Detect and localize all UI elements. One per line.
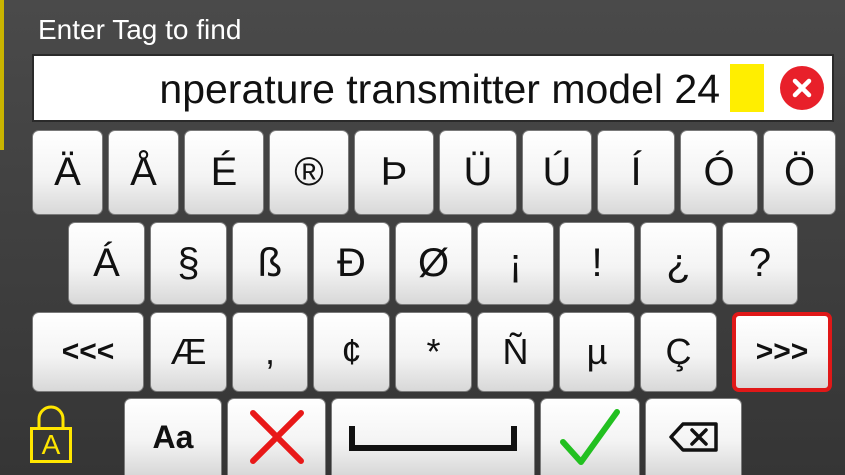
key-row2-4[interactable]: Ð — [313, 222, 390, 305]
shift-right-button[interactable]: >>> — [732, 312, 832, 392]
key-row2-9[interactable]: ? — [722, 222, 798, 305]
key-row2-8[interactable]: ¿ — [640, 222, 717, 305]
key-row1-3[interactable]: É — [184, 130, 264, 215]
shift-left-button[interactable]: <<< — [32, 312, 144, 392]
backspace-icon — [668, 422, 718, 452]
key-row2-5[interactable]: Ø — [395, 222, 472, 305]
key-row2-3[interactable]: ß — [232, 222, 308, 305]
ok-button[interactable] — [540, 398, 640, 475]
caps-lock-icon[interactable]: A — [30, 405, 74, 465]
key-row1-4[interactable]: ® — [269, 130, 349, 215]
cancel-button[interactable] — [227, 398, 326, 475]
keyboard-dialog: Enter Tag to find nperature transmitter … — [0, 0, 845, 475]
key-row1-1[interactable]: Ä — [32, 130, 103, 215]
text-cursor — [730, 64, 764, 112]
key-row1-6[interactable]: Ü — [439, 130, 517, 215]
green-check-icon — [560, 409, 620, 465]
key-row3-7[interactable]: µ — [559, 312, 635, 392]
prompt-label: Enter Tag to find — [38, 14, 242, 45]
tag-search-input[interactable]: nperature transmitter model 24 — [32, 54, 834, 122]
window-edge — [0, 0, 4, 150]
clear-circle-x-icon[interactable] — [780, 66, 824, 110]
caps-lock-label: A — [30, 427, 72, 463]
space-button[interactable] — [331, 398, 535, 475]
case-toggle-button[interactable]: Aa — [124, 398, 222, 475]
key-row3-6[interactable]: Ñ — [477, 312, 554, 392]
backspace-button[interactable] — [645, 398, 742, 475]
key-row1-9[interactable]: Ó — [680, 130, 758, 215]
key-row1-5[interactable]: Þ — [354, 130, 434, 215]
key-row3-4[interactable]: ¢ — [313, 312, 390, 392]
key-row3-3[interactable]: , — [232, 312, 308, 392]
key-row2-2[interactable]: § — [150, 222, 227, 305]
key-row2-6[interactable]: ¡ — [477, 222, 554, 305]
input-text: nperature transmitter model 24 — [159, 66, 720, 112]
key-row3-2[interactable]: Æ — [150, 312, 227, 392]
red-x-icon — [249, 410, 304, 464]
key-row3-5[interactable]: * — [395, 312, 472, 392]
key-row2-7[interactable]: ! — [559, 222, 635, 305]
key-row1-8[interactable]: Í — [597, 130, 675, 215]
key-row1-7[interactable]: Ú — [522, 130, 592, 215]
key-row2-1[interactable]: Á — [68, 222, 145, 305]
key-row1-2[interactable]: Å — [108, 130, 179, 215]
key-row1-10[interactable]: Ö — [763, 130, 836, 215]
space-bar-icon — [349, 426, 517, 451]
key-row3-8[interactable]: Ç — [640, 312, 717, 392]
